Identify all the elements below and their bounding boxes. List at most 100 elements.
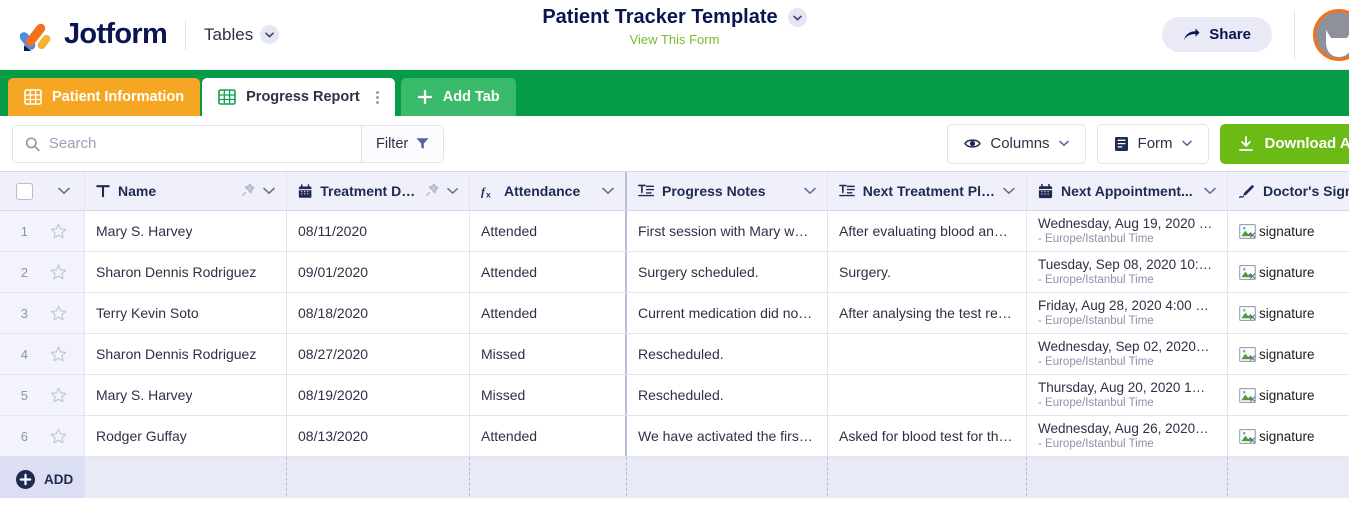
cell-treatment-date[interactable]: 08/18/2020 [287,293,470,333]
add-row-cell[interactable] [1228,457,1349,498]
row-selector-cell[interactable]: 1 [0,211,85,251]
add-row-cell[interactable] [287,457,470,498]
filter-button[interactable]: Filter [361,125,444,162]
add-row-cell[interactable] [85,457,287,498]
cell-doctors-signature[interactable]: signature [1228,416,1349,456]
row-selector-cell[interactable]: 2 [0,252,85,292]
star-icon[interactable] [50,346,67,363]
search-field[interactable] [13,126,361,162]
cell-attendance[interactable]: Attended [470,252,627,292]
cell-attendance[interactable]: Missed [470,334,627,374]
row-selector-cell[interactable]: 4 [0,334,85,374]
cell-next-treatment-plan[interactable]: Surgery. [828,252,1027,292]
star-icon[interactable] [50,305,67,322]
chevron-down-icon[interactable] [263,187,275,195]
column-header-doctors-signature[interactable]: Doctor's Sign [1228,172,1349,210]
cell-next-appointment[interactable]: Wednesday, Aug 26, 2020… - Europe/Istanbu… [1027,416,1228,456]
cell-next-appointment[interactable]: Thursday, Aug 20, 2020 1… - Europe/Istanb… [1027,375,1228,415]
share-button[interactable]: Share [1162,17,1272,52]
add-row-cell[interactable] [1027,457,1228,498]
chevron-down-icon[interactable] [804,187,816,195]
view-this-form-link[interactable]: View This Form [630,32,720,47]
cell-name[interactable]: Sharon Dennis Rodriguez [85,334,287,374]
cell-doctors-signature[interactable]: signature [1228,293,1349,333]
table-row[interactable]: 3 Terry Kevin Soto 08/18/2020 Attended Curre… [0,293,1349,334]
download-all-button[interactable]: Download All [1219,123,1349,164]
cell-attendance[interactable]: Attended [470,211,627,251]
row-selector-cell[interactable]: 5 [0,375,85,415]
cell-doctors-signature[interactable]: signature [1228,211,1349,251]
cell-attendance[interactable]: Missed [470,375,627,415]
product-menu-tables[interactable]: Tables [204,25,280,45]
brand-logo[interactable]: Jotform [0,18,168,52]
table-row[interactable]: 6 Rodger Guffay 08/13/2020 Attended We have … [0,416,1349,457]
cell-next-treatment-plan[interactable]: After evaluating blood ana… [828,211,1027,251]
cell-name[interactable]: Terry Kevin Soto [85,293,287,333]
cell-doctors-signature[interactable]: signature [1228,252,1349,292]
cell-next-appointment[interactable]: Wednesday, Aug 19, 2020 … - Europe/Istanb… [1027,211,1228,251]
star-icon[interactable] [50,387,67,404]
title-chevron-down-icon[interactable] [787,8,807,27]
cell-next-appointment[interactable]: Wednesday, Sep 02, 2020… - Europe/Istanbu… [1027,334,1228,374]
column-header-name[interactable]: Name [85,172,287,210]
column-header-attendance[interactable]: f x Attendance [470,172,627,210]
column-header-next-treatment-plan[interactable]: Next Treatment Plan [828,172,1027,210]
add-record-row[interactable]: ADD [0,457,1349,498]
cell-attendance[interactable]: Attended [470,416,627,456]
columns-button[interactable]: Columns [947,123,1086,164]
row-selector-cell[interactable]: 3 [0,293,85,333]
cell-next-appointment[interactable]: Friday, Aug 28, 2020 4:00 … - Europe/Ista… [1027,293,1228,333]
tab-patient-information[interactable]: Patient Information [8,78,201,116]
cell-progress-notes[interactable]: Current medication did no… [627,293,828,333]
cell-doctors-signature[interactable]: signature [1228,375,1349,415]
cell-treatment-date[interactable]: 08/19/2020 [287,375,470,415]
row-selector-cell[interactable]: 6 [0,416,85,456]
search-input[interactable] [48,135,349,152]
table-row[interactable]: 4 Sharon Dennis Rodriguez 08/27/2020 Missed… [0,334,1349,375]
cell-progress-notes[interactable]: Rescheduled. [627,375,828,415]
cell-progress-notes[interactable]: Surgery scheduled. [627,252,828,292]
star-icon[interactable] [50,264,67,281]
star-icon[interactable] [50,223,67,240]
cell-attendance[interactable]: Attended [470,293,627,333]
cell-next-treatment-plan[interactable] [828,375,1027,415]
column-header-progress-notes[interactable]: Progress Notes [627,172,828,210]
add-tab-button[interactable]: Add Tab [400,78,516,116]
cell-doctors-signature[interactable]: signature [1228,334,1349,374]
chevron-down-icon[interactable] [1003,187,1015,195]
tab-progress-report[interactable]: Progress Report [202,78,395,116]
cell-name[interactable]: Mary S. Harvey [85,375,287,415]
cell-progress-notes[interactable]: First session with Mary wa… [627,211,828,251]
cell-next-appointment[interactable]: Tuesday, Sep 08, 2020 10:… - Europe/Istan… [1027,252,1228,292]
cell-treatment-date[interactable]: 08/27/2020 [287,334,470,374]
pin-icon[interactable] [425,183,439,200]
cell-progress-notes[interactable]: Rescheduled. [627,334,828,374]
cell-name[interactable]: Mary S. Harvey [85,211,287,251]
column-header-treatment-date[interactable]: Treatment Date [287,172,470,210]
add-row-cell[interactable] [470,457,627,498]
cell-treatment-date[interactable]: 08/13/2020 [287,416,470,456]
star-icon[interactable] [50,428,67,445]
pin-icon[interactable] [241,183,255,200]
table-row[interactable]: 1 Mary S. Harvey 08/11/2020 Attended First s… [0,211,1349,252]
cell-next-treatment-plan[interactable] [828,334,1027,374]
cell-next-treatment-plan[interactable]: After analysing the test re… [828,293,1027,333]
tab-options-icon[interactable] [375,90,379,104]
select-all-cell[interactable] [0,172,85,210]
cell-next-treatment-plan[interactable]: Asked for blood test for th… [828,416,1027,456]
chevron-down-icon[interactable] [446,187,458,195]
table-row[interactable]: 2 Sharon Dennis Rodriguez 09/01/2020 Attend… [0,252,1349,293]
chevron-down-icon[interactable] [1204,187,1216,195]
add-row-cell[interactable] [627,457,828,498]
column-header-next-appointment[interactable]: Next Appointment... [1027,172,1228,210]
add-record-button[interactable]: ADD [0,457,85,498]
chevron-down-icon[interactable] [58,187,70,195]
select-all-checkbox[interactable] [16,182,33,200]
chevron-down-icon[interactable] [602,187,614,195]
add-row-cell[interactable] [828,457,1027,498]
cell-name[interactable]: Rodger Guffay [85,416,287,456]
cell-treatment-date[interactable]: 08/11/2020 [287,211,470,251]
form-button[interactable]: Form [1096,123,1209,164]
cell-name[interactable]: Sharon Dennis Rodriguez [85,252,287,292]
table-row[interactable]: 5 Mary S. Harvey 08/19/2020 Missed Reschedul… [0,375,1349,416]
